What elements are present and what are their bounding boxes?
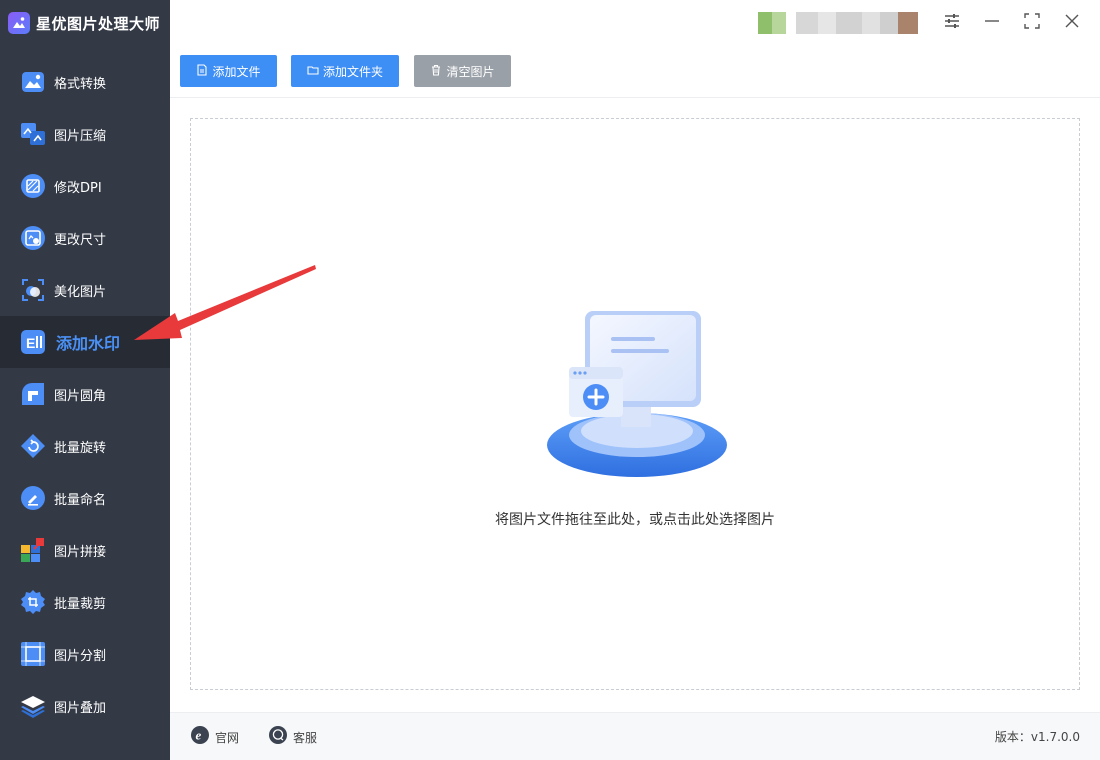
sidebar-item-resize[interactable]: 更改尺寸 <box>0 212 170 264</box>
image-drop-zone[interactable]: 将图片文件拖往至此处，或点击此处选择图片 <box>190 118 1080 690</box>
maximize-icon <box>1023 12 1041 34</box>
add-folder-button[interactable]: 添加文件夹 <box>291 55 399 87</box>
sidebar-item-batch-crop[interactable]: 批量裁剪 <box>0 576 170 628</box>
sidebar-item-batch-rotate[interactable]: 批量旋转 <box>0 420 170 472</box>
file-icon <box>196 63 208 79</box>
dpi-icon <box>20 173 46 199</box>
svg-text:e: e <box>196 728 202 743</box>
close-button[interactable] <box>1060 11 1084 35</box>
app-window: 星优图片处理大师 格式转换 图片压缩 修改DPI 更改尺寸 美化图片 E 添加水… <box>0 0 1100 760</box>
sidebar-item-round-corner[interactable]: 图片圆角 <box>0 368 170 420</box>
sidebar-item-image-stitch[interactable]: 图片拼接 <box>0 524 170 576</box>
official-website-link[interactable]: e 官网 <box>190 726 239 748</box>
trash-icon <box>430 64 442 79</box>
main-content: 将图片文件拖往至此处，或点击此处选择图片 <box>170 98 1100 712</box>
version-label: 版本：v1.7.0.0 <box>994 730 1080 744</box>
sidebar-item-change-dpi[interactable]: 修改DPI <box>0 160 170 212</box>
add-file-button[interactable]: 添加文件 <box>180 55 277 87</box>
customer-service-link[interactable]: 客服 <box>268 726 317 748</box>
folder-icon <box>307 64 319 79</box>
upload-monitor-illustration <box>545 307 729 479</box>
footer: e 官网 客服 版本：v1.7.0.0 <box>170 712 1100 760</box>
sidebar-item-image-compress[interactable]: 图片压缩 <box>0 108 170 160</box>
sidebar-item-add-watermark[interactable]: E 添加水印 <box>0 316 170 368</box>
brand: 星优图片处理大师 <box>0 0 170 46</box>
watermark-icon: E <box>20 329 46 355</box>
rotate-icon <box>20 433 46 459</box>
user-avatar-blurred[interactable] <box>758 12 918 34</box>
round-corner-icon <box>20 381 46 407</box>
settings-button[interactable] <box>940 11 964 35</box>
puzzle-icon <box>20 537 46 563</box>
beautify-icon <box>20 277 46 303</box>
clear-images-button[interactable]: 清空图片 <box>414 55 511 87</box>
layers-icon <box>20 693 46 719</box>
svg-text:E: E <box>26 335 35 351</box>
sidebar-nav: 格式转换 图片压缩 修改DPI 更改尺寸 美化图片 E 添加水印 图片圆角 批量… <box>0 56 170 732</box>
app-logo-icon <box>8 12 30 34</box>
chat-bubble-icon <box>268 725 288 749</box>
close-icon <box>1063 12 1081 34</box>
maximize-button[interactable] <box>1020 11 1044 35</box>
sidebar-item-format-convert[interactable]: 格式转换 <box>0 56 170 108</box>
minimize-icon <box>983 12 1001 34</box>
crop-icon <box>20 589 46 615</box>
sidebar-item-image-overlay[interactable]: 图片叠加 <box>0 680 170 732</box>
resize-icon <box>20 225 46 251</box>
split-icon <box>20 641 46 667</box>
sidebar-item-beautify[interactable]: 美化图片 <box>0 264 170 316</box>
sidebar: 星优图片处理大师 格式转换 图片压缩 修改DPI 更改尺寸 美化图片 E 添加水… <box>0 0 170 760</box>
minimize-button[interactable] <box>980 11 1004 35</box>
app-title: 星优图片处理大师 <box>36 14 161 33</box>
toolbar: 添加文件 添加文件夹 清空图片 <box>170 46 1100 98</box>
rename-icon <box>20 485 46 511</box>
image-convert-icon <box>20 69 46 95</box>
title-bar <box>170 0 1100 46</box>
sliders-icon <box>943 12 961 34</box>
sidebar-item-batch-rename[interactable]: 批量命名 <box>0 472 170 524</box>
image-compress-icon <box>20 121 46 147</box>
drop-hint-text: 将图片文件拖往至此处，或点击此处选择图片 <box>495 512 775 528</box>
ie-browser-icon: e <box>190 725 210 749</box>
sidebar-item-image-split[interactable]: 图片分割 <box>0 628 170 680</box>
